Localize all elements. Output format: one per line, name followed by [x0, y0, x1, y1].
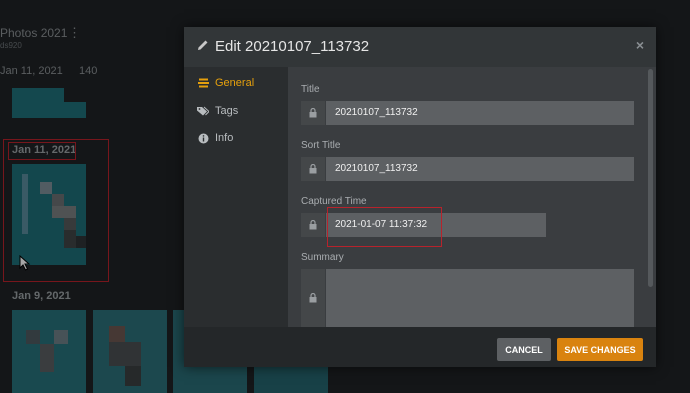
tab-general-label: General [215, 77, 255, 89]
tab-tags-label: Tags [215, 105, 239, 117]
dialog-sidebar: General Tags Info [184, 67, 288, 327]
tab-general[interactable]: General [197, 74, 254, 92]
scrollbar[interactable] [648, 69, 653, 325]
sort-title-field[interactable]: 20210107_113732 [326, 157, 634, 181]
sort-title-field-value: 20210107_113732 [335, 163, 418, 174]
captured-time-label: Captured Time [301, 196, 367, 207]
dialog-title: Edit 20210107_113732 [215, 38, 370, 55]
annotation-box-captured-time [327, 207, 442, 247]
sort-title-label: Sort Title [301, 140, 341, 151]
title-field[interactable]: 20210107_113732 [326, 101, 634, 125]
lock-icon[interactable] [301, 101, 325, 125]
dialog-header: Edit 20210107_113732 × [184, 27, 656, 67]
close-icon[interactable]: × [633, 37, 647, 53]
general-icon [197, 78, 209, 88]
save-changes-button[interactable]: SAVE CHANGES [557, 338, 643, 361]
summary-field[interactable] [326, 269, 634, 327]
tab-info[interactable]: Info [197, 129, 233, 147]
title-label: Title [301, 84, 320, 95]
tags-icon [197, 106, 209, 116]
lock-icon[interactable] [301, 213, 325, 237]
cancel-button[interactable]: CANCEL [497, 338, 551, 361]
pencil-icon [198, 40, 208, 50]
summary-label: Summary [301, 252, 344, 263]
scrollbar-thumb[interactable] [648, 69, 653, 287]
title-field-value: 20210107_113732 [335, 107, 418, 118]
lock-icon[interactable] [301, 269, 325, 327]
tab-tags[interactable]: Tags [197, 102, 238, 120]
lock-icon[interactable] [301, 157, 325, 181]
info-icon [197, 133, 209, 144]
tab-info-label: Info [215, 132, 234, 144]
